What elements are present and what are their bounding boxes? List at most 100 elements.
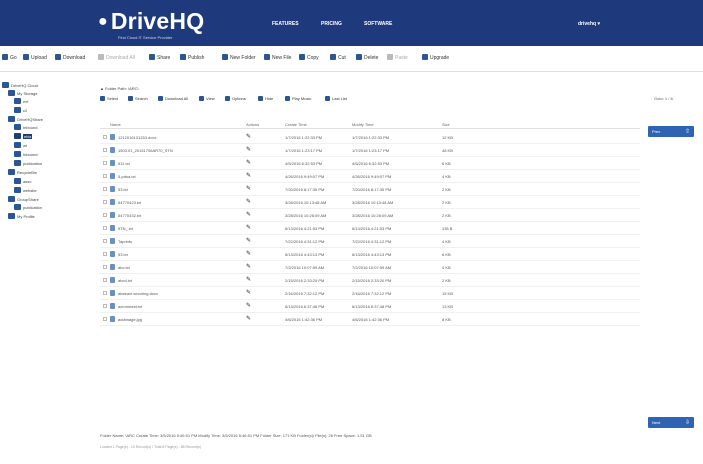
edit-icon[interactable]: ✎	[246, 133, 251, 140]
drivehq-logo[interactable]: ● DriveHQ	[98, 8, 204, 35]
table-row[interactable]: 1503.01_20151706AR70_STN ✎ 1/7/2016 1:23:1…	[100, 144, 640, 157]
edit-icon[interactable]: ✎	[246, 185, 251, 192]
row-checkbox[interactable]	[103, 304, 107, 308]
tree-item-folder[interactable]: wt	[14, 142, 27, 149]
share-button[interactable]: Share	[149, 54, 170, 61]
edit-icon[interactable]: ✎	[246, 198, 251, 205]
file-name[interactable]: abstract securing.docx	[118, 291, 158, 296]
tree-item-folder[interactable]: publication	[14, 160, 42, 167]
tree-item-folder[interactable]: Inbound	[14, 124, 37, 131]
copy-button[interactable]: Copy	[299, 54, 319, 61]
edit-icon[interactable]: ✎	[246, 315, 251, 322]
file-name[interactable]: 511.txt	[118, 161, 130, 166]
upgrade-button[interactable]: Upgrade	[422, 54, 449, 61]
go-button[interactable]: Go	[2, 54, 17, 61]
row-checkbox[interactable]	[103, 187, 107, 191]
col-name[interactable]: Name	[110, 122, 121, 127]
table-row[interactable]: 5-pdsa.txt ✎ 4/26/2016 9:49:07 PM 4/26/2016…	[100, 170, 640, 183]
tree-item-groupshare[interactable]: GroupShare	[8, 196, 39, 203]
download-all-action[interactable]: Download All	[158, 96, 188, 101]
row-checkbox[interactable]	[103, 278, 107, 282]
tree-item-folder[interactable]: asso	[14, 178, 31, 185]
tree-item-folder[interactable]: publication	[14, 204, 42, 211]
edit-icon[interactable]: ✎	[246, 211, 251, 218]
file-name[interactable]: abcd.txt	[118, 278, 132, 283]
tree-item-my-storage[interactable]: My Storage	[8, 90, 37, 97]
options-button[interactable]: Options	[225, 96, 246, 101]
table-row[interactable]: abc.txt ✎ 7/2/2016 10:07:59 AM 7/2/2016 10:…	[100, 261, 640, 274]
nav-pricing[interactable]: PRICING	[321, 21, 342, 27]
delete-button[interactable]: Delete	[356, 54, 378, 61]
tree-item-folder[interactable]: website	[14, 187, 37, 194]
new-folder-button[interactable]: New Folder	[222, 54, 256, 61]
edit-icon[interactable]: ✎	[246, 172, 251, 179]
select-button[interactable]: Select	[100, 96, 118, 101]
goto-page-select[interactable]: Goto: 1 / 8	[654, 96, 673, 101]
col-create-time[interactable]: Create Time	[285, 122, 307, 127]
table-row[interactable]: 5TN_.txt ✎ 6/13/2016 4:21:53 PM 6/13/2016 4…	[100, 222, 640, 235]
col-modify-time[interactable]: Modify Time	[352, 122, 374, 127]
row-checkbox[interactable]	[103, 317, 107, 321]
row-checkbox[interactable]	[103, 252, 107, 256]
row-checkbox[interactable]	[103, 265, 107, 269]
last-list-button[interactable]: Last List	[325, 96, 347, 101]
view-button[interactable]: View	[199, 96, 215, 101]
edit-icon[interactable]: ✎	[246, 302, 251, 309]
prev-page-button[interactable]: Prev ⇧	[648, 126, 694, 137]
download-button[interactable]: Download	[55, 54, 85, 61]
tree-item-folder[interactable]: ext	[14, 98, 28, 105]
row-checkbox[interactable]	[103, 213, 107, 217]
file-name[interactable]: abc.txt	[118, 265, 130, 270]
file-name[interactable]: acronmeet.txt	[118, 304, 142, 309]
table-row[interactable]: addimage.jpg ✎ 4/6/2016 1:42:36 PM 4/6/2016…	[100, 313, 640, 326]
table-row[interactable]: 54770432.txt ✎ 3/28/2016 10:26:09 AM 3/28/2…	[100, 209, 640, 222]
file-name[interactable]: 54770432.txt	[118, 213, 141, 218]
table-row[interactable]: acronmeet.txt ✎ 6/13/2016 6:37:48 PM 6/13/2…	[100, 300, 640, 313]
publish-button[interactable]: Publish	[180, 54, 204, 61]
row-checkbox[interactable]	[103, 226, 107, 230]
edit-icon[interactable]: ✎	[246, 289, 251, 296]
new-file-button[interactable]: New File	[264, 54, 291, 61]
edit-icon[interactable]: ✎	[246, 276, 251, 283]
row-checkbox[interactable]	[103, 291, 107, 295]
table-row[interactable]: 1212016131253.docx ✎ 1/7/2016 1:22:33 PM 1/…	[100, 131, 640, 144]
tree-item-drivehq-cloud[interactable]: DriveHQ Cloud	[2, 82, 38, 89]
tree-item-selected[interactable]: ebiz	[14, 133, 33, 140]
table-row[interactable]: abstract securing.docx ✎ 2/16/2016 7:32:12…	[100, 287, 640, 300]
tree-item-my-profile[interactable]: My Profile	[8, 213, 35, 220]
row-checkbox[interactable]	[103, 135, 107, 139]
file-name[interactable]: 1503.01_20151706AR70_STN	[118, 148, 173, 153]
table-row[interactable]: 54770423.txt ✎ 3/28/2016 10:13:48 AM 3/28/2…	[100, 196, 640, 209]
upload-button[interactable]: Upload	[23, 54, 47, 61]
col-size[interactable]: Size	[442, 122, 450, 127]
tree-item-folder[interactable]: Inbound	[14, 151, 37, 158]
row-checkbox[interactable]	[103, 200, 107, 204]
table-row[interactable]: abcd.txt ✎ 2/15/2016 2:33:20 PM 2/15/2016 2…	[100, 274, 640, 287]
nav-features[interactable]: FEATURES	[272, 21, 299, 27]
edit-icon[interactable]: ✎	[246, 250, 251, 257]
nav-software[interactable]: SOFTWARE	[364, 21, 392, 27]
file-name[interactable]: Taprinfo	[118, 239, 132, 244]
file-name[interactable]: 5-pdsa.txt	[118, 174, 136, 179]
search-button[interactable]: Search	[128, 96, 148, 101]
file-name[interactable]: 53.txt	[118, 252, 128, 257]
tree-item-folder[interactable]: c2	[14, 107, 27, 114]
file-name[interactable]: 5TN_.txt	[118, 226, 133, 231]
edit-icon[interactable]: ✎	[246, 224, 251, 231]
row-checkbox[interactable]	[103, 174, 107, 178]
tree-item-recyclebin[interactable]: RecycleBin	[8, 169, 37, 176]
table-row[interactable]: 53.txt ✎ 7/20/2016 8:17:35 PM 7/20/2016 8:1…	[100, 183, 640, 196]
file-name[interactable]: addimage.jpg	[118, 317, 142, 322]
file-name[interactable]: 54770423.txt	[118, 200, 141, 205]
play-music-button[interactable]: Play Music	[285, 96, 311, 101]
hide-button[interactable]: Hide	[258, 96, 273, 101]
table-row[interactable]: 511.txt ✎ 4/5/2016 6:32:53 PM 4/5/2016 6:32…	[100, 157, 640, 170]
file-name[interactable]: 53.txt	[118, 187, 128, 192]
table-row[interactable]: 53.txt ✎ 6/13/2016 4:43:13 PM 6/13/2016 4:4…	[100, 248, 640, 261]
file-name[interactable]: 1212016131253.docx	[118, 135, 156, 140]
row-checkbox[interactable]	[103, 161, 107, 165]
tree-item-drivehqshare[interactable]: DriveHQShare	[8, 116, 43, 123]
user-menu[interactable]: drivehq ▾	[578, 21, 600, 27]
edit-icon[interactable]: ✎	[246, 146, 251, 153]
paste-button[interactable]: Paste	[387, 54, 408, 61]
